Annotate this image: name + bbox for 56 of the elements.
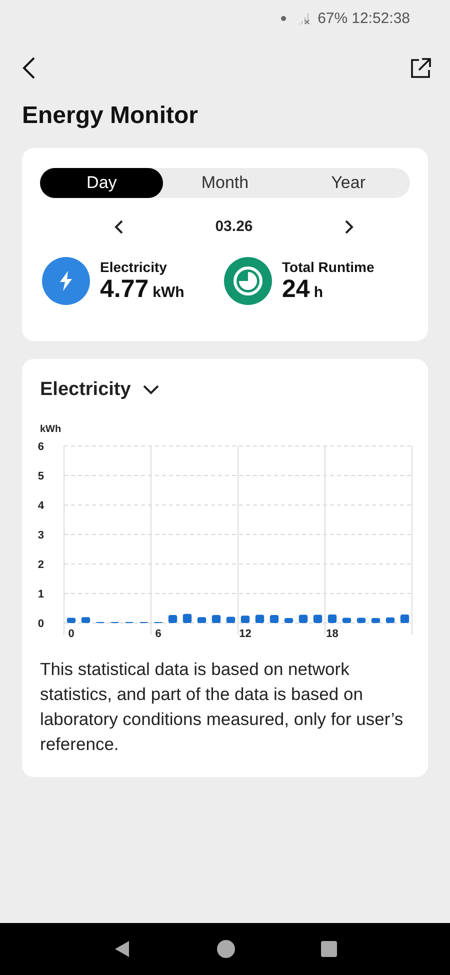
stat-label: Total Runtime: [282, 258, 374, 274]
bar: [255, 614, 264, 623]
back-nav-button[interactable]: [113, 940, 131, 958]
battery-level: 67%: [318, 10, 348, 26]
bar: [328, 614, 337, 623]
chevron-down-icon: [142, 385, 159, 395]
y-tick-label: 0: [38, 618, 44, 630]
bar: [240, 616, 250, 623]
bar: [81, 617, 90, 623]
bar: [226, 616, 236, 623]
stat-value: 4.77: [100, 274, 149, 304]
date-label: 03.26: [215, 218, 253, 235]
period-tab[interactable]: Month: [163, 168, 287, 198]
x-tick-label: 0: [68, 628, 74, 640]
bar: [284, 618, 294, 623]
bar: [212, 615, 221, 623]
page-title: Energy Monitor: [22, 102, 200, 130]
bar: [270, 615, 279, 623]
y-tick-label: 3: [38, 530, 44, 542]
stat-value: 24: [282, 274, 310, 304]
bar: [197, 617, 206, 623]
bar: [342, 618, 352, 623]
metric-dropdown[interactable]: Electricity: [40, 379, 159, 401]
bar: [298, 614, 308, 623]
bar: [313, 614, 322, 623]
stat-unit: h: [314, 284, 323, 300]
y-tick-label: 4: [38, 500, 44, 512]
stat-unit: kWh: [152, 284, 184, 300]
bar: [66, 618, 76, 623]
axis-unit-label: kWh: [40, 424, 62, 435]
disclaimer-text: This statistical data is based on network statistics, and part of the data is based on laboratory conditions measured, only for user’s reference.: [40, 658, 404, 756]
x-tick-label: 18: [326, 628, 338, 640]
bar: [400, 614, 410, 623]
bar: [182, 614, 192, 623]
y-tick-label: 6: [38, 441, 44, 453]
bar: [386, 617, 395, 623]
bar: [371, 618, 380, 623]
period-tab[interactable]: Day: [40, 168, 164, 198]
clock-icon: [224, 257, 272, 305]
bar: [356, 618, 366, 623]
x-tick-label: 12: [239, 628, 252, 640]
y-tick-label: 2: [38, 559, 44, 571]
next-button[interactable]: [344, 218, 354, 234]
y-tick-label: 5: [38, 470, 44, 482]
period-tab[interactable]: Year: [286, 168, 410, 198]
notification-dot: [280, 16, 286, 20]
x-tick-label: 6: [155, 628, 162, 640]
y-tick-label: 1: [38, 588, 44, 600]
previous-button[interactable]: [114, 218, 124, 234]
home-button[interactable]: [217, 940, 235, 958]
bar: [168, 615, 178, 623]
share-button[interactable]: [410, 57, 432, 79]
signal-icon: [298, 11, 310, 25]
stat-label: Electricity: [100, 258, 168, 274]
lightning-icon: [42, 257, 90, 305]
clock: 12:52:38: [352, 10, 410, 26]
